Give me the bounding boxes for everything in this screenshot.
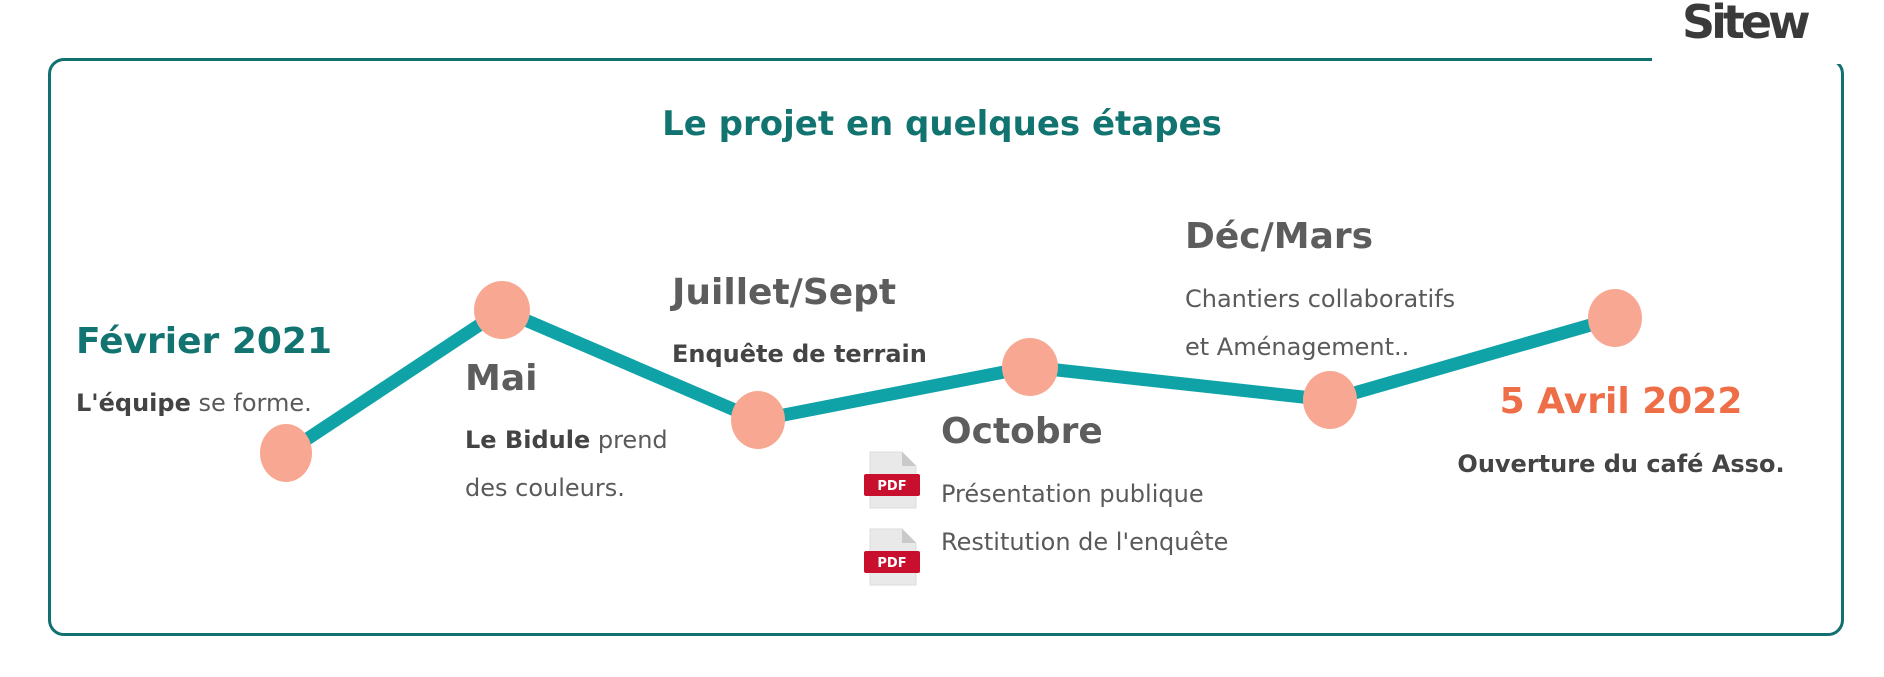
timeline-dot-1	[260, 424, 312, 482]
milestone-desc-dec-mars-line1: Chantiers collaboratifs	[1185, 285, 1456, 313]
milestone-date-dec-mars: Déc/Mars	[1185, 216, 1374, 257]
timeline-dot-5	[1303, 371, 1357, 429]
pdf-icon[interactable]: PDF	[864, 450, 920, 512]
pdf-icon[interactable]: PDF	[864, 527, 920, 589]
timeline-dot-2	[474, 281, 530, 339]
pdf-icon-label: PDF	[877, 479, 906, 494]
milestone-date-octobre: Octobre	[941, 411, 1103, 452]
milestone-desc-feb-2021: L'équipe se forme.	[76, 389, 312, 417]
timeline-dot-3	[731, 391, 785, 449]
timeline-dot-6	[1588, 289, 1642, 347]
link-restitution-enquete[interactable]: Restitution de l'enquête	[941, 528, 1228, 556]
milestone-date-juillet-sept: Juillet/Sept	[672, 272, 897, 313]
milestone-date-5-avril-2022: 5 Avril 2022	[1499, 381, 1743, 422]
milestone-desc-dec-mars-line2: et Aménagement..	[1185, 333, 1410, 361]
timeline-dot-4	[1002, 338, 1058, 396]
milestone-date-feb-2021: Février 2021	[76, 321, 333, 362]
milestone-desc-5-avril-2022: Ouverture du café Asso.	[1457, 450, 1785, 478]
milestone-desc-mai-line1: Le Bidule prend	[465, 426, 668, 454]
milestone-desc-juillet-sept: Enquête de terrain	[672, 340, 927, 368]
milestone-desc-mai-line2: des couleurs.	[465, 474, 625, 502]
pdf-icon-label: PDF	[877, 556, 906, 571]
milestone-date-mai: Mai	[465, 358, 538, 399]
link-presentation-publique[interactable]: Présentation publique	[941, 480, 1204, 508]
